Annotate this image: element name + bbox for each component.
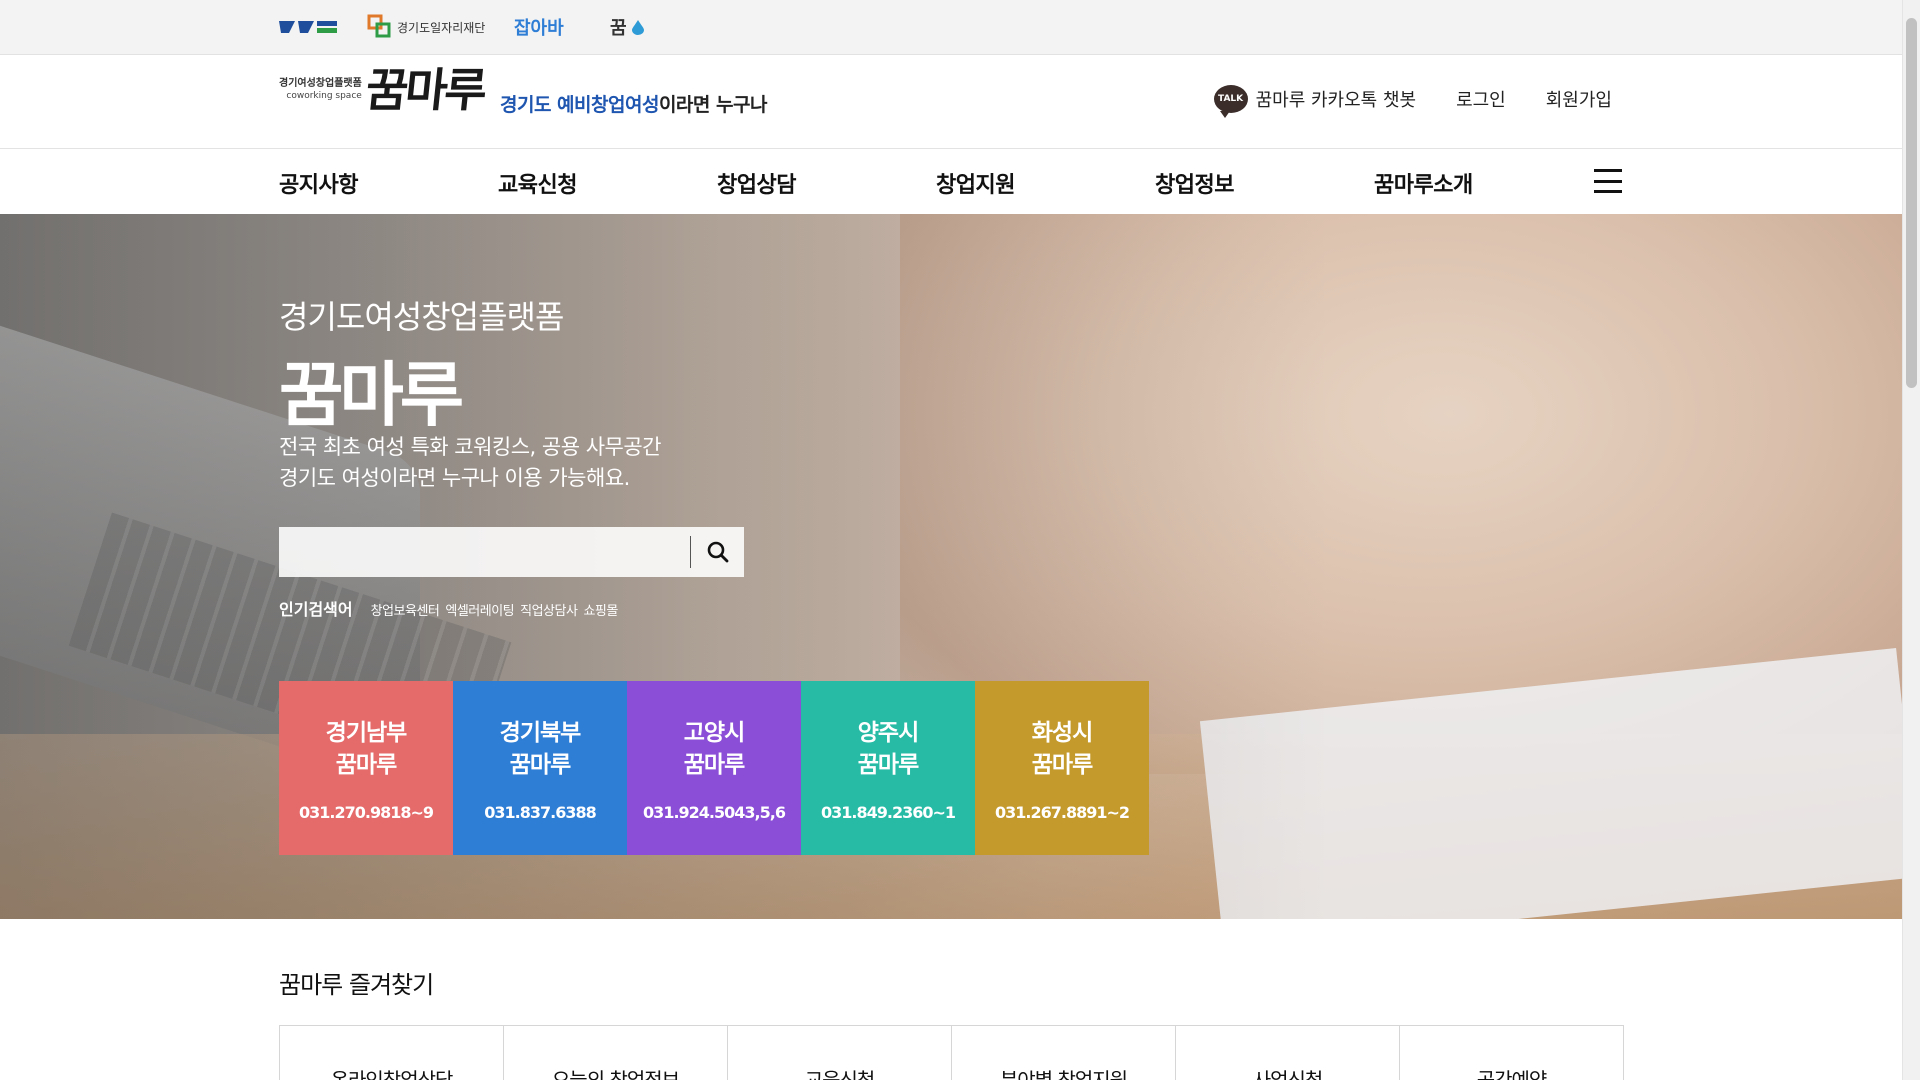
brand-main-text: 꿈마루 <box>362 63 487 117</box>
center-phone: 031.924.5043,5,6 <box>643 803 786 822</box>
nav-education[interactable]: 교육신청 <box>498 167 577 199</box>
hero-banner: 경기도여성창업플랫폼 꿈마루 전국 최초 여성 특화 코워킹스, 공용 사무공간… <box>0 214 1902 919</box>
gyeonggi-icon <box>279 21 337 33</box>
center-name: 고양시 꿈마루 <box>683 717 745 781</box>
center-name: 양주시 꿈마루 <box>857 717 919 781</box>
search-icon <box>707 541 728 563</box>
popular-keywords: 인기검색어 창업보육센터 엑셀러레이팅 직업상담사 쇼핑몰 <box>279 596 624 620</box>
nav-info[interactable]: 창업정보 <box>1155 167 1234 199</box>
kakao-chatbot-label: 꿈마루 카카오톡 챗봇 <box>1255 90 1417 111</box>
favorite-support-by-field[interactable]: 분야별 창업지원 <box>952 1026 1176 1080</box>
nav-notice[interactable]: 공지사항 <box>279 167 358 199</box>
center-name-line1: 경기북부 <box>499 720 582 746</box>
search-input[interactable] <box>279 527 689 577</box>
center-name-line1: 화성시 <box>1031 720 1093 746</box>
center-card-south[interactable]: 경기남부 꿈마루 031.270.9818~9 <box>279 681 453 855</box>
center-name: 경기남부 꿈마루 <box>325 717 408 781</box>
brand-small-text: 경기여성창업플랫폼 coworking space <box>279 78 362 102</box>
popular-keyword[interactable]: 직업상담사 <box>520 600 578 619</box>
hero-desc-line1: 전국 최초 여성 특화 코워킹스, 공용 사무공간 <box>279 435 662 459</box>
hero-title: 꿈마루 <box>279 354 464 436</box>
jobaba-label: 잡아바 <box>514 18 564 39</box>
tagline-rest: 이라면 누구나 <box>658 94 768 116</box>
center-name-line2: 꿈마루 <box>857 752 919 778</box>
popular-keyword[interactable]: 창업보육센터 <box>371 600 440 619</box>
login-link[interactable]: 로그인 <box>1456 86 1506 112</box>
popular-keyword[interactable]: 쇼핑몰 <box>583 600 618 619</box>
hero-description: 전국 최초 여성 특화 코워킹스, 공용 사무공간 경기도 여성이라면 누구나 … <box>279 432 662 494</box>
nav-support[interactable]: 창업지원 <box>936 167 1015 199</box>
center-name: 경기북부 꿈마루 <box>499 717 582 781</box>
main-navigation: 공지사항 교육신청 창업상담 창업지원 창업정보 꿈마루소개 <box>0 149 1902 214</box>
signup-link[interactable]: 회원가입 <box>1546 86 1612 112</box>
kkummaru-small-label: 꿈 <box>610 18 627 39</box>
center-name-line2: 꿈마루 <box>683 752 745 778</box>
center-card-yangju[interactable]: 양주시 꿈마루 031.849.2360~1 <box>801 681 975 855</box>
center-card-hwaseong[interactable]: 화성시 꿈마루 031.267.8891~2 <box>975 681 1149 855</box>
favorites-title: 꿈마루 즐겨찾기 <box>279 971 434 999</box>
gyeonggi-logo[interactable] <box>279 13 337 41</box>
kakao-talk-icon: TALK <box>1213 85 1248 118</box>
favorite-today-info[interactable]: 오늘의 창업정보 <box>504 1026 728 1080</box>
center-name-line2: 꿈마루 <box>1031 752 1093 778</box>
center-phone: 031.270.9818~9 <box>298 803 434 822</box>
nav-about[interactable]: 꿈마루소개 <box>1374 167 1473 199</box>
kkummaru-small-logo[interactable]: 꿈 <box>610 13 645 41</box>
drop-icon <box>631 20 644 35</box>
center-name-line2: 꿈마루 <box>509 752 571 778</box>
search-button[interactable] <box>691 527 744 577</box>
center-phone: 031.267.8891~2 <box>994 803 1130 822</box>
site-logo[interactable]: 경기여성창업플랫폼 coworking space 꿈마루 <box>279 63 487 117</box>
job-foundation-logo[interactable]: 경기도일자리재단 <box>367 13 485 41</box>
center-card-goyang[interactable]: 고양시 꿈마루 031.924.5043,5,6 <box>627 681 801 855</box>
center-name-line1: 경기남부 <box>325 720 408 746</box>
center-cards: 경기남부 꿈마루 031.270.9818~9 경기북부 꿈마루 031.837… <box>279 681 1149 855</box>
site-header: 경기여성창업플랫폼 coworking space 꿈마루 경기도 예비창업여성… <box>0 55 1902 149</box>
favorite-space-reservation[interactable]: 공간예약 <box>1400 1026 1623 1080</box>
jobaba-logo[interactable]: 잡아바 <box>514 13 564 41</box>
center-phone: 031.837.6388 <box>484 803 596 822</box>
brand-small-line1: 경기여성창업플랫폼 <box>279 78 362 89</box>
hero-subtitle: 경기도여성창업플랫폼 <box>279 298 564 336</box>
popular-keyword[interactable]: 엑셀러레이팅 <box>445 600 514 619</box>
scrollbar-thumb[interactable] <box>1906 18 1917 388</box>
job-foundation-icon <box>367 14 391 38</box>
utility-bar: 경기도일자리재단 잡아바 꿈 <box>0 0 1902 55</box>
favorites-row: 온라인창업상담 오늘의 창업정보 교육신청 분야별 창업지원 사업신청 공간예약 <box>279 1025 1624 1080</box>
center-name: 화성시 꿈마루 <box>1031 717 1093 781</box>
brand-small-line2: coworking space <box>286 91 362 101</box>
kakao-chatbot-link[interactable]: TALK 꿈마루 카카오톡 챗봇 <box>1213 85 1417 118</box>
favorite-business-apply[interactable]: 사업신청 <box>1176 1026 1400 1080</box>
page-scrollbar[interactable] <box>1902 0 1920 1080</box>
job-foundation-label: 경기도일자리재단 <box>397 20 486 35</box>
center-name-line1: 고양시 <box>683 720 745 746</box>
center-phone: 031.849.2360~1 <box>820 803 956 822</box>
header-tagline: 경기도 예비창업여성이라면 누구나 <box>500 90 767 117</box>
nav-consulting[interactable]: 창업상담 <box>717 167 796 199</box>
center-card-north[interactable]: 경기북부 꿈마루 031.837.6388 <box>453 681 627 855</box>
center-name-line1: 양주시 <box>857 720 919 746</box>
favorite-online-consulting[interactable]: 온라인창업상담 <box>280 1026 504 1080</box>
favorite-education[interactable]: 교육신청 <box>728 1026 952 1080</box>
menu-icon[interactable] <box>1594 169 1622 193</box>
header-links: TALK 꿈마루 카카오톡 챗봇 로그인 회원가입 <box>1213 85 1612 118</box>
popular-keywords-label: 인기검색어 <box>279 600 353 619</box>
tagline-highlight: 경기도 예비창업여성 <box>500 94 659 116</box>
hero-desc-line2: 경기도 여성이라면 누구나 이용 가능해요. <box>279 466 630 490</box>
center-name-line2: 꿈마루 <box>335 752 397 778</box>
search-box <box>279 527 744 577</box>
